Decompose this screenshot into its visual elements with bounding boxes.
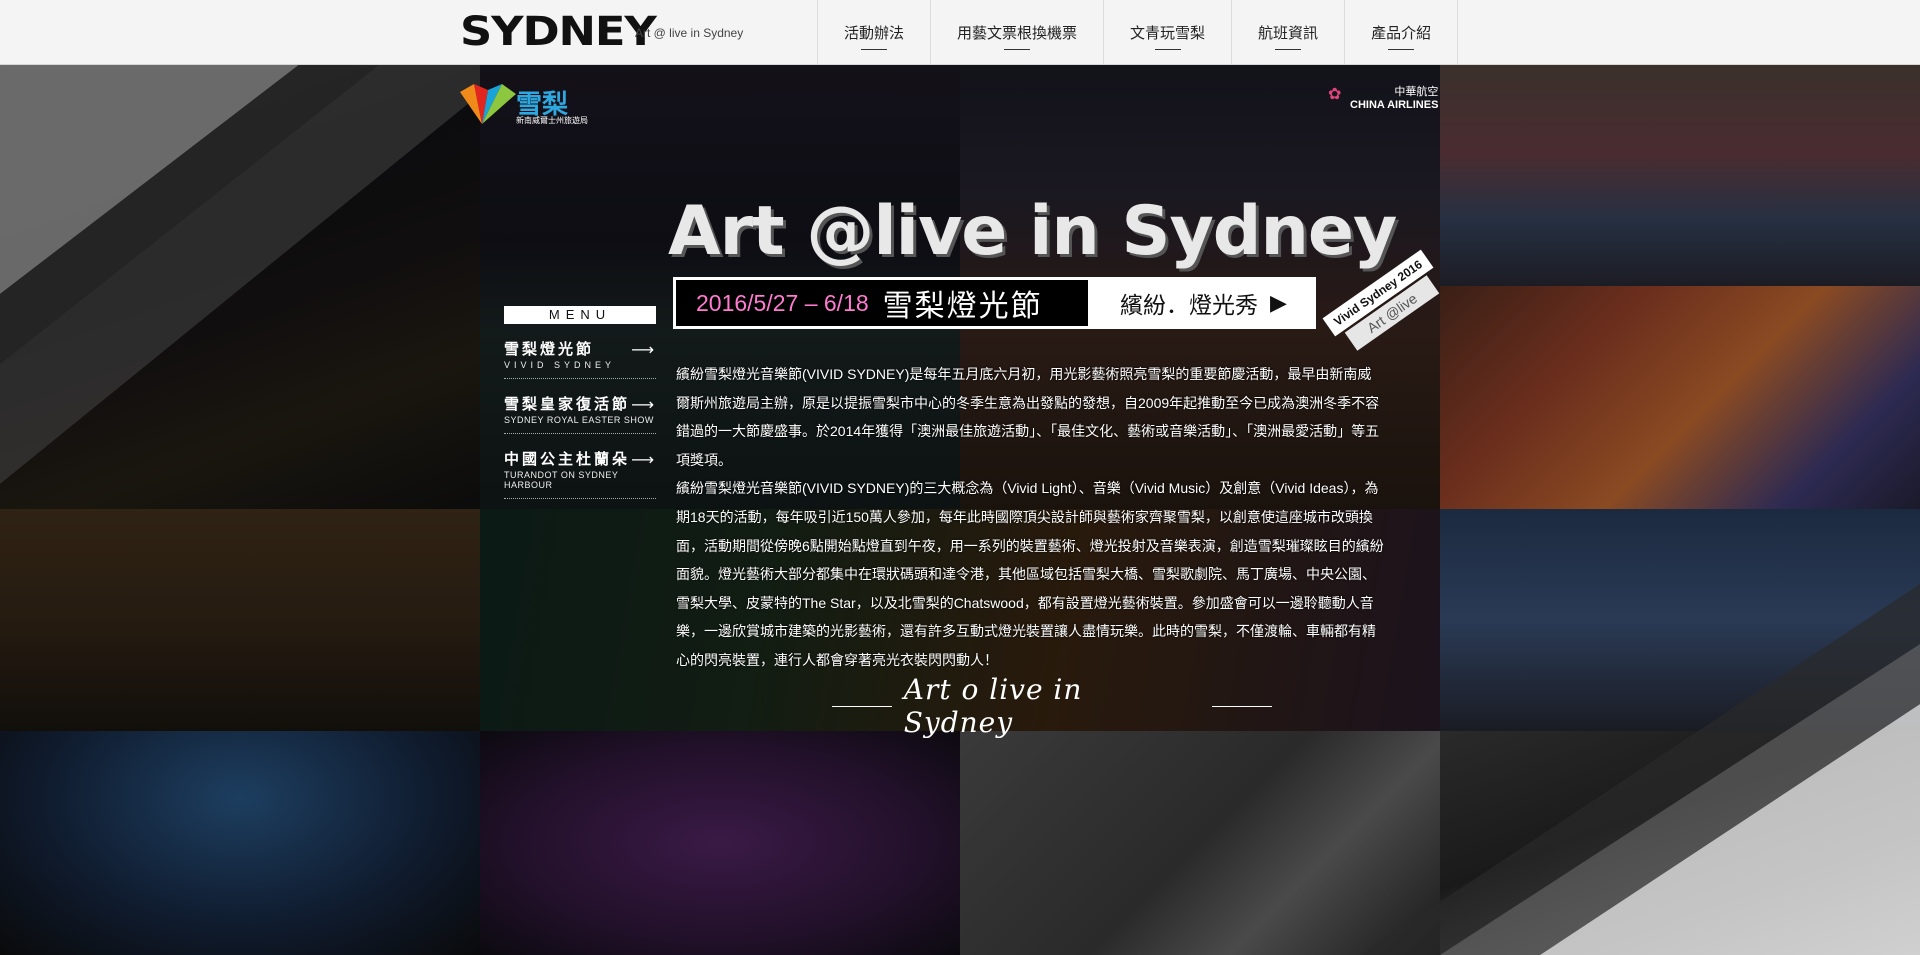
- nsw-logo-sub: 新南威爾士州旅遊局: [516, 116, 588, 125]
- divider: [1212, 705, 1272, 707]
- nav-item-ticket-exchange[interactable]: 用藝文票根換機票: [931, 0, 1105, 64]
- divider: [832, 705, 892, 707]
- menu-item-turandot[interactable]: 中國公主杜蘭朵 TURANDOT ON SYDNEY HARBOUR ⟶: [504, 448, 656, 499]
- menu-item-sublabel: VIVID SYDNEY: [504, 360, 616, 370]
- light-show-button[interactable]: 繽紛．燈光秀 ▶: [1091, 277, 1316, 329]
- nav-item-products[interactable]: 產品介紹: [1345, 0, 1459, 64]
- nav-item-event-rules[interactable]: 活動辦法: [818, 0, 932, 64]
- airline-name-en: CHINA AIRLINES: [1350, 99, 1439, 111]
- nsw-waratah-icon: [460, 84, 516, 124]
- arrow-right-icon: ⟶: [631, 342, 654, 359]
- nsw-tourism-logo[interactable]: 雪梨 新南威爾士州旅遊局: [460, 84, 590, 128]
- nav-item-flight-info[interactable]: 航班資訊: [1232, 0, 1346, 64]
- festival-name: 雪梨燈光節: [882, 290, 1043, 323]
- china-airlines-logo[interactable]: ✿ 中華航空 CHINA AIRLINES: [1328, 86, 1438, 112]
- top-navigation-bar: SYDNEY Art @ live in Sydney 活動辦法 用藝文票根換機…: [0, 0, 1920, 65]
- site-tagline: Art @ live in Sydney: [635, 26, 744, 40]
- menu-title: MENU: [504, 306, 656, 324]
- sydney-logo[interactable]: SYDNEY: [460, 10, 657, 54]
- event-date-box: 2016/5/27 – 6/18 雪梨燈光節: [673, 277, 1091, 329]
- menu-item-vivid-sydney[interactable]: 雪梨燈光節 VIVID SYDNEY ⟶: [504, 338, 656, 379]
- hero-title: Art @live in Sydney: [668, 192, 1397, 271]
- airline-name-zh: 中華航空: [1394, 86, 1439, 98]
- event-date: 2016/5/27 – 6/18: [696, 289, 869, 316]
- arrow-right-icon: ⟶: [631, 397, 654, 414]
- side-menu: MENU 雪梨燈光節 VIVID SYDNEY ⟶ 雪梨皇家復活節 SYDNEY…: [504, 306, 656, 499]
- menu-item-sublabel: TURANDOT ON SYDNEY HARBOUR: [504, 470, 619, 490]
- nav-item-arts-sydney[interactable]: 文青玩雪梨: [1104, 0, 1233, 64]
- paragraph-concepts: 繽紛雪梨燈光音樂節(VIVID SYDNEY)的三大概念為（Vivid Ligh…: [676, 480, 1384, 668]
- arrow-right-icon: ⟶: [631, 452, 654, 469]
- paragraph-intro: 繽紛雪梨燈光音樂節(VIVID SYDNEY)是每年五月底六月初，用光影藝術照亮…: [676, 366, 1380, 468]
- play-arrow-icon: ▶: [1270, 290, 1287, 315]
- light-show-label: 繽紛．燈光秀: [1120, 292, 1259, 318]
- article-content: 繽紛雪梨燈光音樂節(VIVID SYDNEY)是每年五月底六月初，用光影藝術照亮…: [676, 360, 1384, 675]
- menu-item-easter-show[interactable]: 雪梨皇家復活節 SYDNEY ROYAL EASTER SHOW ⟶: [504, 393, 656, 434]
- menu-item-sublabel: SYDNEY ROYAL EASTER SHOW: [504, 415, 654, 425]
- main-nav: 活動辦法 用藝文票根換機票 文青玩雪梨 航班資訊 產品介紹: [817, 0, 1459, 64]
- signature-banner: Art o live in Sydney: [832, 673, 1272, 739]
- signature-text: Art o live in Sydney: [903, 673, 1083, 739]
- plum-blossom-icon: ✿: [1328, 86, 1342, 103]
